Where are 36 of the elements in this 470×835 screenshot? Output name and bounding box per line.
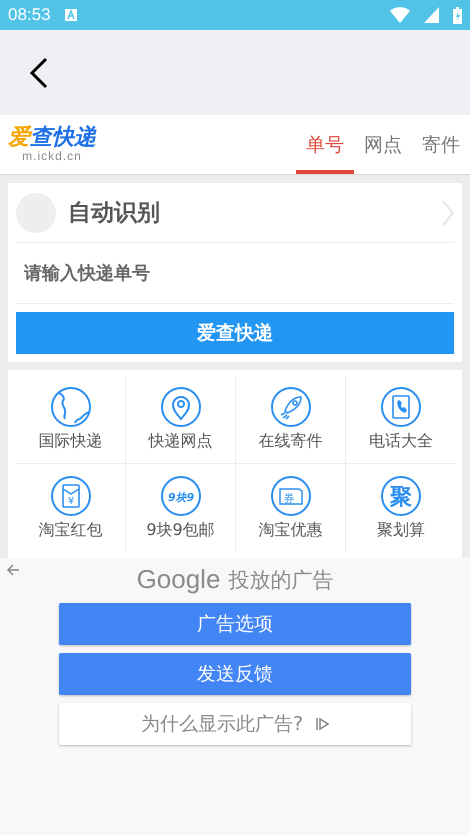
ad-option-button[interactable]: 为什么显示此广告?: [59, 703, 411, 745]
service-label[interactable]: 淘宝红包: [38, 520, 102, 540]
tracking-number-field[interactable]: 请输入快递单号: [8, 243, 462, 304]
carrier-label[interactable]: 自动识别: [68, 197, 430, 228]
notification-icon: [64, 9, 77, 21]
logo-domain: m.ickd.cn: [22, 148, 82, 162]
status-time: 08:53: [8, 5, 51, 25]
gather-badge-icon: 聚: [381, 476, 421, 516]
ad-choices-icon: [315, 716, 330, 732]
rocket-icon: [270, 387, 310, 427]
ad-brand: Google: [136, 564, 220, 595]
ad-title: 投放的广告: [228, 566, 334, 594]
coupon-icon: 券: [270, 476, 310, 516]
service-label[interactable]: 快递网点: [148, 431, 212, 452]
back-arrow-icon[interactable]: [6, 564, 20, 576]
battery-icon: [453, 6, 462, 24]
phone-book-icon: [381, 387, 421, 427]
service-label[interactable]: 电话大全: [369, 431, 433, 452]
service-label[interactable]: 9块9包邮: [146, 520, 215, 540]
service-label[interactable]: 国际快递: [38, 431, 102, 452]
tab[interactable]: 网点: [354, 115, 412, 174]
price-badge-icon: 9块9: [160, 476, 200, 516]
service-label[interactable]: 聚划算: [377, 520, 425, 540]
tab[interactable]: 单号: [296, 115, 354, 174]
tab[interactable]: 寄件: [412, 115, 470, 174]
wifi-icon: [390, 7, 410, 23]
logo-text: 爱查快递: [8, 126, 96, 148]
envelope-icon: ¥: [50, 476, 90, 516]
back-icon[interactable]: [30, 56, 48, 88]
ad-option-button[interactable]: 发送反馈: [59, 653, 411, 695]
ad-option-button[interactable]: 广告选项: [59, 603, 411, 645]
signal-icon: [424, 7, 439, 23]
service-label[interactable]: 淘宝优惠: [258, 520, 322, 540]
globe-icon: [50, 387, 90, 427]
location-pin-icon: [160, 387, 200, 427]
service-label[interactable]: 在线寄件: [258, 431, 322, 452]
